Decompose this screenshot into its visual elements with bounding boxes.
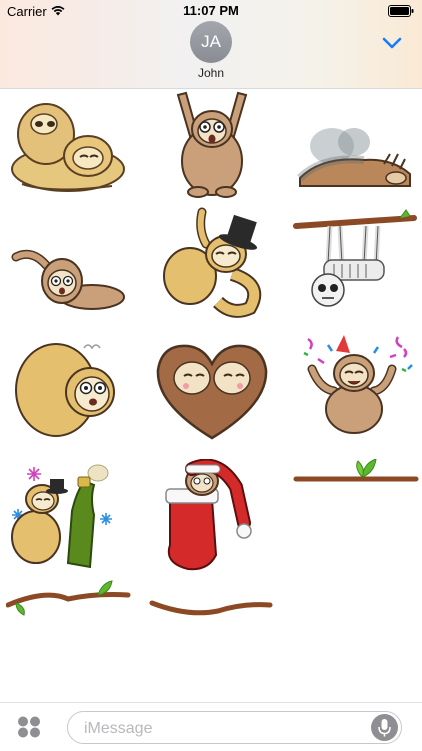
branch-icon: [149, 600, 273, 616]
mic-button[interactable]: [371, 714, 398, 741]
sloth-heart-hug-icon: [156, 344, 268, 440]
sloth-lying-hug-icon: [11, 103, 125, 192]
sloth-top-hat-icon: [163, 207, 262, 318]
branch-sticker[interactable]: [148, 589, 276, 629]
contact-avatar[interactable]: JA: [190, 21, 232, 63]
skeleton-sloth-branch-sticker[interactable]: [292, 204, 420, 319]
contact-name[interactable]: John: [0, 66, 422, 80]
sloth-party-confetti-sticker[interactable]: [292, 329, 420, 444]
sloth-arms-up-icon: [176, 91, 248, 198]
apps-grid-icon[interactable]: [17, 716, 41, 738]
branch-leaf-icon: [293, 458, 419, 482]
branch-leaves-icon: [5, 580, 131, 616]
sloth-christmas-icon: [165, 458, 252, 571]
battery-icon: [388, 5, 414, 17]
sloth-arms-up-sticker[interactable]: [148, 89, 276, 204]
branch-leaf-sticker[interactable]: [292, 458, 420, 574]
branch-leaves-sticker[interactable]: [5, 579, 134, 619]
sloth-lying-hug-sticker[interactable]: [6, 94, 134, 209]
sloth-crawling-sticker[interactable]: [6, 209, 134, 324]
sloth-christmas-stocking-sticker[interactable]: [148, 458, 276, 574]
imessage-field[interactable]: [67, 711, 402, 744]
sloth-grumpy-face-sticker[interactable]: [6, 334, 134, 449]
status-bar: Carrier 11:07 PM: [0, 0, 422, 22]
sloth-tired-fog-sticker[interactable]: [292, 94, 420, 209]
sloth-top-hat-sticker[interactable]: [148, 204, 276, 319]
sloth-grumpy-icon: [15, 343, 115, 437]
sloth-party-icon: [303, 335, 413, 434]
conversation-header: Carrier 11:07 PM JA John: [0, 0, 422, 89]
skeleton-sloth-icon: [293, 209, 417, 307]
sloth-crawling-icon: [11, 249, 125, 310]
sloth-champagne-sticker[interactable]: [6, 459, 134, 574]
sloth-heart-hug-sticker[interactable]: [148, 334, 276, 449]
status-time: 11:07 PM: [183, 3, 239, 18]
sloth-tired-fog-icon: [297, 128, 411, 187]
message-input[interactable]: [82, 718, 366, 740]
message-input-bar: [0, 702, 422, 751]
chevron-down-icon[interactable]: [382, 37, 402, 49]
contact-initials: JA: [201, 32, 221, 51]
microphone-icon: [378, 719, 391, 737]
sloth-champagne-icon: [11, 464, 112, 569]
